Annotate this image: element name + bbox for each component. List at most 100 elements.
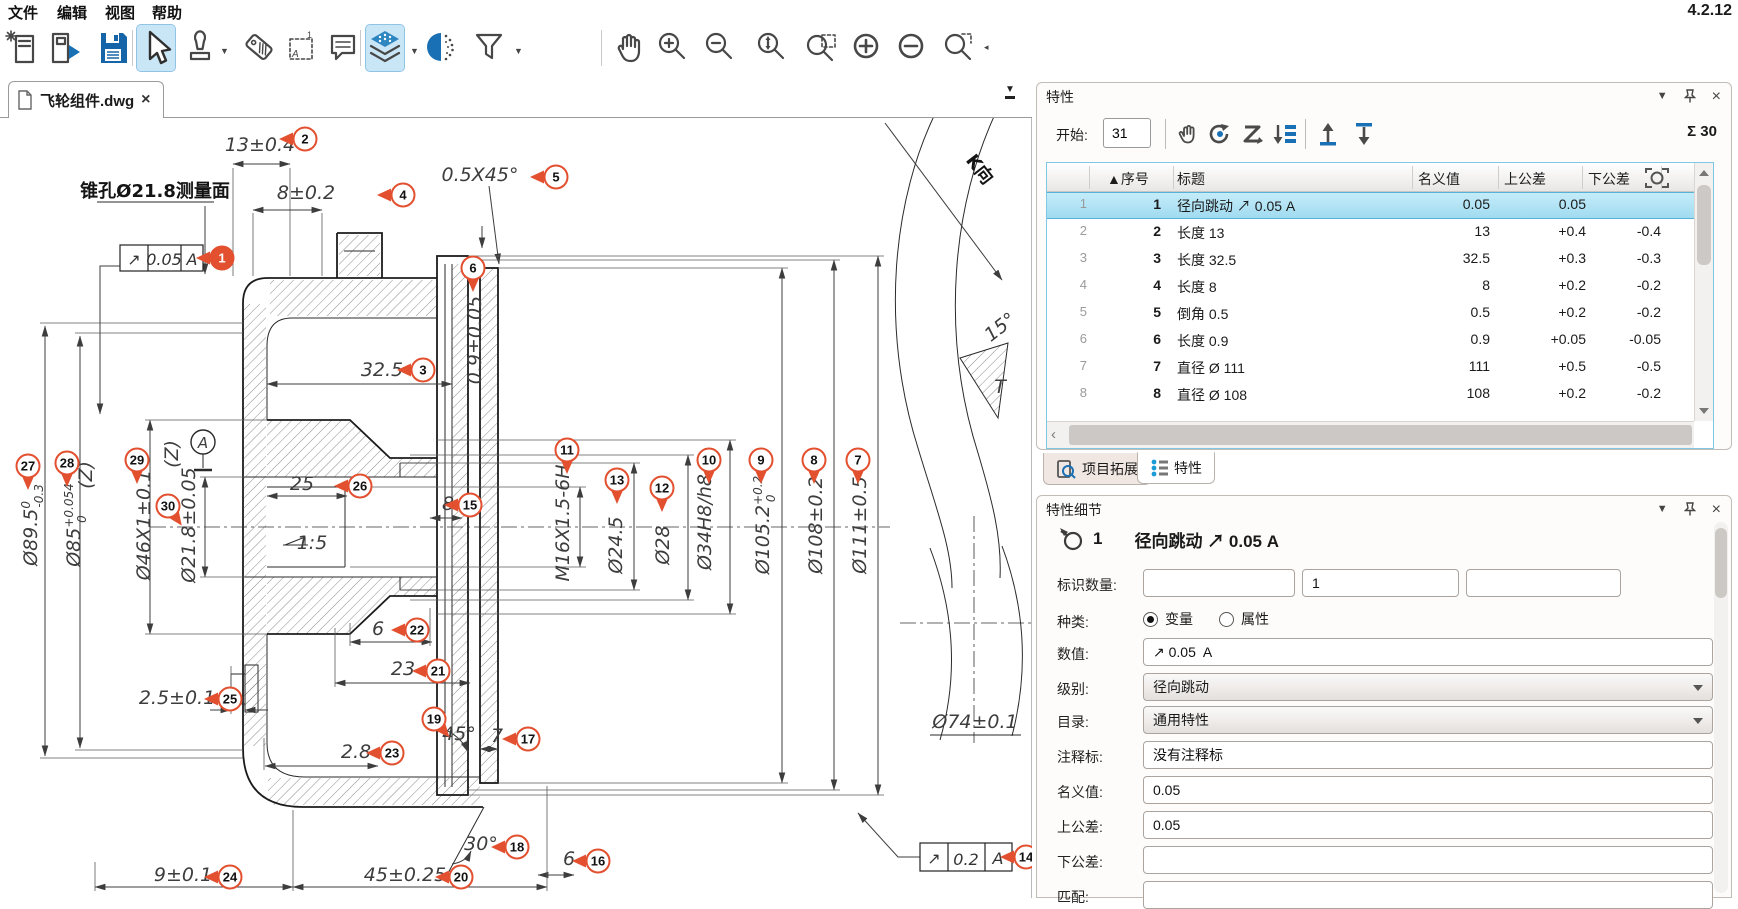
list-down-icon[interactable]	[1270, 119, 1300, 149]
hscroll-thumb[interactable]	[1069, 425, 1692, 445]
region-label-tool-button[interactable]: 1 A	[282, 25, 320, 71]
col-lower[interactable]: 下公差	[1588, 169, 1630, 189]
svg-text:9: 9	[757, 453, 764, 468]
layers-dropdown-arrow[interactable]: ▼	[410, 46, 419, 56]
note-input[interactable]	[1143, 741, 1713, 769]
col-upper[interactable]: 上公差	[1504, 169, 1546, 189]
document-tab[interactable]: 飞轮组件.dwg ×	[8, 81, 164, 118]
layers-button[interactable]	[366, 25, 404, 71]
menu-view[interactable]: 视图	[105, 2, 135, 23]
save-button[interactable]	[94, 25, 132, 71]
pick-hand-icon[interactable]	[1173, 119, 1203, 149]
tab-project-expand[interactable]: 项目拓展	[1043, 453, 1151, 485]
table-row[interactable]: 88直径 Ø 108108+0.2-0.2	[1047, 381, 1694, 408]
move-top-icon[interactable]	[1313, 119, 1343, 149]
table-horizontal-scrollbar[interactable]: ‹	[1047, 421, 1694, 448]
features-table-header[interactable]: ▲序号 标题 名义值 上公差 下公差	[1047, 163, 1694, 192]
tab-list-menu-icon[interactable]: ▼▬	[1000, 86, 1020, 108]
filter-dropdown-arrow[interactable]: ▼	[514, 46, 523, 56]
table-row[interactable]: 66长度 0.90.9+0.05-0.05	[1047, 327, 1694, 354]
menu-help[interactable]: 帮助	[152, 2, 182, 23]
table-row[interactable]: 77直径 Ø 111111+0.5-0.5	[1047, 354, 1694, 381]
svg-text:26: 26	[353, 479, 367, 494]
tag-tool-button[interactable]	[240, 25, 278, 71]
panel-close-icon[interactable]: ×	[1712, 91, 1721, 102]
decrease-button[interactable]	[892, 25, 930, 71]
select-tool-button[interactable]	[137, 25, 175, 71]
level-dropdown[interactable]: 径向跳动	[1143, 673, 1713, 701]
zoom-window-button[interactable]	[802, 25, 840, 71]
mirror-spray-button[interactable]	[424, 25, 462, 71]
detail-scroll-thumb[interactable]	[1715, 528, 1727, 598]
increase-button[interactable]	[847, 25, 885, 71]
scroll-down-arrow[interactable]	[1699, 408, 1709, 414]
tab-close-icon[interactable]: ×	[141, 91, 150, 109]
lower-tol-input[interactable]	[1143, 846, 1713, 874]
open-document-button[interactable]	[46, 25, 84, 71]
new-document-button[interactable]	[4, 25, 42, 71]
balloon-12[interactable]: 12	[651, 477, 674, 513]
balloon-22[interactable]: 22	[391, 619, 429, 642]
value-input[interactable]	[1143, 638, 1713, 666]
z-order-icon[interactable]	[1238, 119, 1268, 149]
menu-file[interactable]: 文件	[8, 2, 38, 23]
pan-tool-button[interactable]	[610, 25, 648, 71]
table-row[interactable]: 33长度 32.532.5+0.3-0.3	[1047, 246, 1694, 273]
table-row[interactable]: 11径向跳动 ↗ 0.05 A0.050.05	[1047, 192, 1694, 219]
panel-close-icon[interactable]: ×	[1712, 504, 1721, 515]
drawing-canvas[interactable]: A ↗ 0.05 A ↗ 0.2 A 13±0.4锥孔Ø21.8测量面8±0.2…	[0, 118, 1032, 898]
panel-menu-icon[interactable]: ▼	[1657, 90, 1668, 102]
zoom-in-icon	[653, 27, 689, 69]
balloon-26[interactable]: 26	[334, 475, 372, 498]
id-count-input-2[interactable]	[1302, 569, 1459, 597]
balloon-13[interactable]: 13	[606, 469, 629, 505]
zoom-extents-button[interactable]	[751, 25, 789, 71]
pin-icon[interactable]	[1684, 89, 1696, 103]
balloon-4[interactable]: 4	[377, 184, 415, 207]
panel-menu-icon[interactable]: ▼	[1657, 503, 1668, 515]
id-count-input-3[interactable]	[1466, 569, 1621, 597]
scroll-up-arrow[interactable]	[1699, 170, 1709, 176]
scroll-thumb[interactable]	[1697, 185, 1711, 265]
detail-scrollbar[interactable]	[1714, 522, 1728, 893]
balloon-5[interactable]: 5	[530, 166, 568, 189]
move-bottom-icon[interactable]	[1349, 119, 1379, 149]
value-label: 数值:	[1057, 644, 1089, 664]
table-row[interactable]: 22长度 1313+0.4-0.4	[1047, 219, 1694, 246]
col-title[interactable]: 标题	[1177, 169, 1205, 189]
start-index-input[interactable]	[1103, 118, 1151, 148]
refresh-icon[interactable]	[1205, 119, 1235, 149]
tab-features[interactable]: 特性	[1137, 452, 1215, 484]
svg-text:A: A	[992, 849, 1004, 868]
preview-camera-icon[interactable]	[1644, 166, 1670, 190]
stamp-dropdown-arrow[interactable]: ▼	[220, 46, 229, 56]
nominal-input[interactable]	[1143, 776, 1713, 804]
match-input[interactable]	[1143, 881, 1713, 909]
balloon-23[interactable]: 23	[366, 742, 404, 765]
scroll-left-arrow[interactable]: ‹	[1051, 426, 1056, 443]
pin-icon[interactable]	[1684, 502, 1696, 516]
balloon-16[interactable]: 16	[572, 850, 610, 873]
balloon-17[interactable]: 17	[502, 728, 540, 751]
nominal-label: 名义值:	[1057, 782, 1103, 802]
upper-tol-input[interactable]	[1143, 811, 1713, 839]
col-nominal[interactable]: 名义值	[1418, 169, 1460, 189]
svg-text:18: 18	[510, 840, 524, 855]
table-row[interactable]: 55倒角 0.50.5+0.2-0.2	[1047, 300, 1694, 327]
radio-attribute[interactable]: 属性	[1219, 609, 1269, 629]
balloon-21[interactable]: 21	[412, 660, 450, 683]
table-row[interactable]: 44长度 88+0.2-0.2	[1047, 273, 1694, 300]
zoom-in-button[interactable]	[652, 25, 690, 71]
toolbar-overflow-arrow[interactable]: ◂	[984, 42, 989, 53]
stamp-tool-button[interactable]	[181, 25, 219, 71]
menu-edit[interactable]: 编辑	[57, 2, 87, 23]
zoom-region-button[interactable]	[938, 25, 976, 71]
id-count-input-1[interactable]	[1143, 569, 1295, 597]
table-vertical-scrollbar[interactable]	[1694, 163, 1713, 421]
filter-button[interactable]	[470, 25, 508, 71]
col-index[interactable]: ▲序号	[1107, 169, 1149, 189]
comment-tool-button[interactable]	[324, 25, 362, 71]
zoom-out-button[interactable]	[699, 25, 737, 71]
radio-variable[interactable]: 变量	[1143, 609, 1193, 629]
catalog-dropdown[interactable]: 通用特性	[1143, 706, 1713, 734]
